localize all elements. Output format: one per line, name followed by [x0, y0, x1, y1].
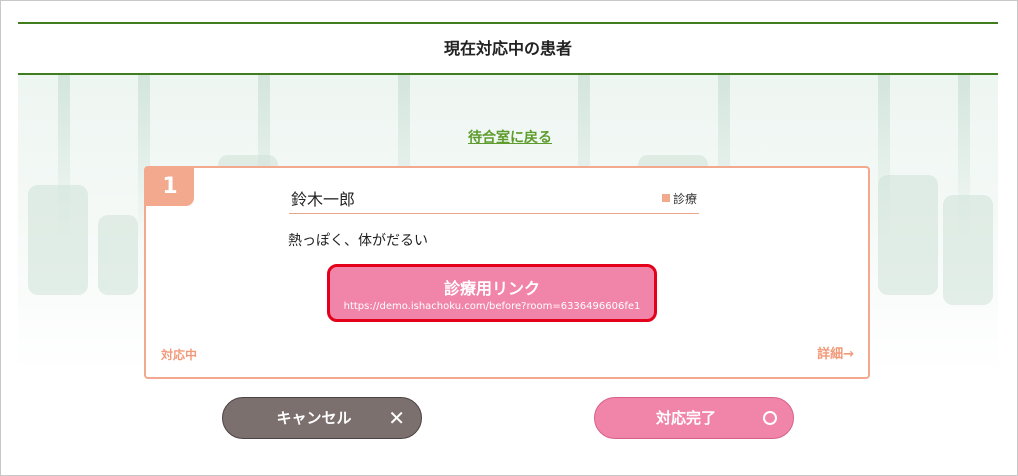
circle-icon [763, 411, 777, 425]
consultation-type-label: 診療 [673, 192, 698, 206]
consultation-link-button[interactable]: 診療用リンク https://demo.ishachoku.com/before… [327, 264, 657, 322]
back-to-waiting-room-link[interactable]: 待合室に戻る [1, 127, 1018, 147]
consultation-type-badge: 診療 [662, 190, 697, 207]
header-rule-top [18, 22, 998, 24]
complete-button-label: 対応完了 [655, 409, 716, 427]
status-label: 対応中 [161, 348, 198, 362]
patient-name: 鈴木一郎 [289, 187, 699, 214]
cancel-button-label: キャンセル [276, 409, 352, 427]
patient-symptom: 熱っぽく、体がだるい [288, 233, 428, 249]
page-title: 現在対応中の患者 [443, 39, 572, 58]
consultation-link-url: https://demo.ishachoku.com/before?room=6… [343, 301, 641, 312]
app-frame: 現在対応中の患者 待合室に戻る 1 鈴木一郎 診療 熱っぽく、体がだるい 診療用… [0, 0, 1018, 476]
patient-number-badge: 1 [146, 168, 194, 206]
patient-card: 1 鈴木一郎 診療 熱っぽく、体がだるい 診療用リンク https://demo… [144, 166, 870, 379]
square-icon [662, 194, 670, 202]
close-icon: ✕ [388, 406, 405, 430]
consultation-link-label: 診療用リンク [443, 279, 540, 298]
cancel-button[interactable]: キャンセル ✕ [222, 397, 422, 439]
complete-button[interactable]: 対応完了 [594, 397, 794, 439]
detail-link[interactable]: 詳細→ [817, 343, 854, 362]
